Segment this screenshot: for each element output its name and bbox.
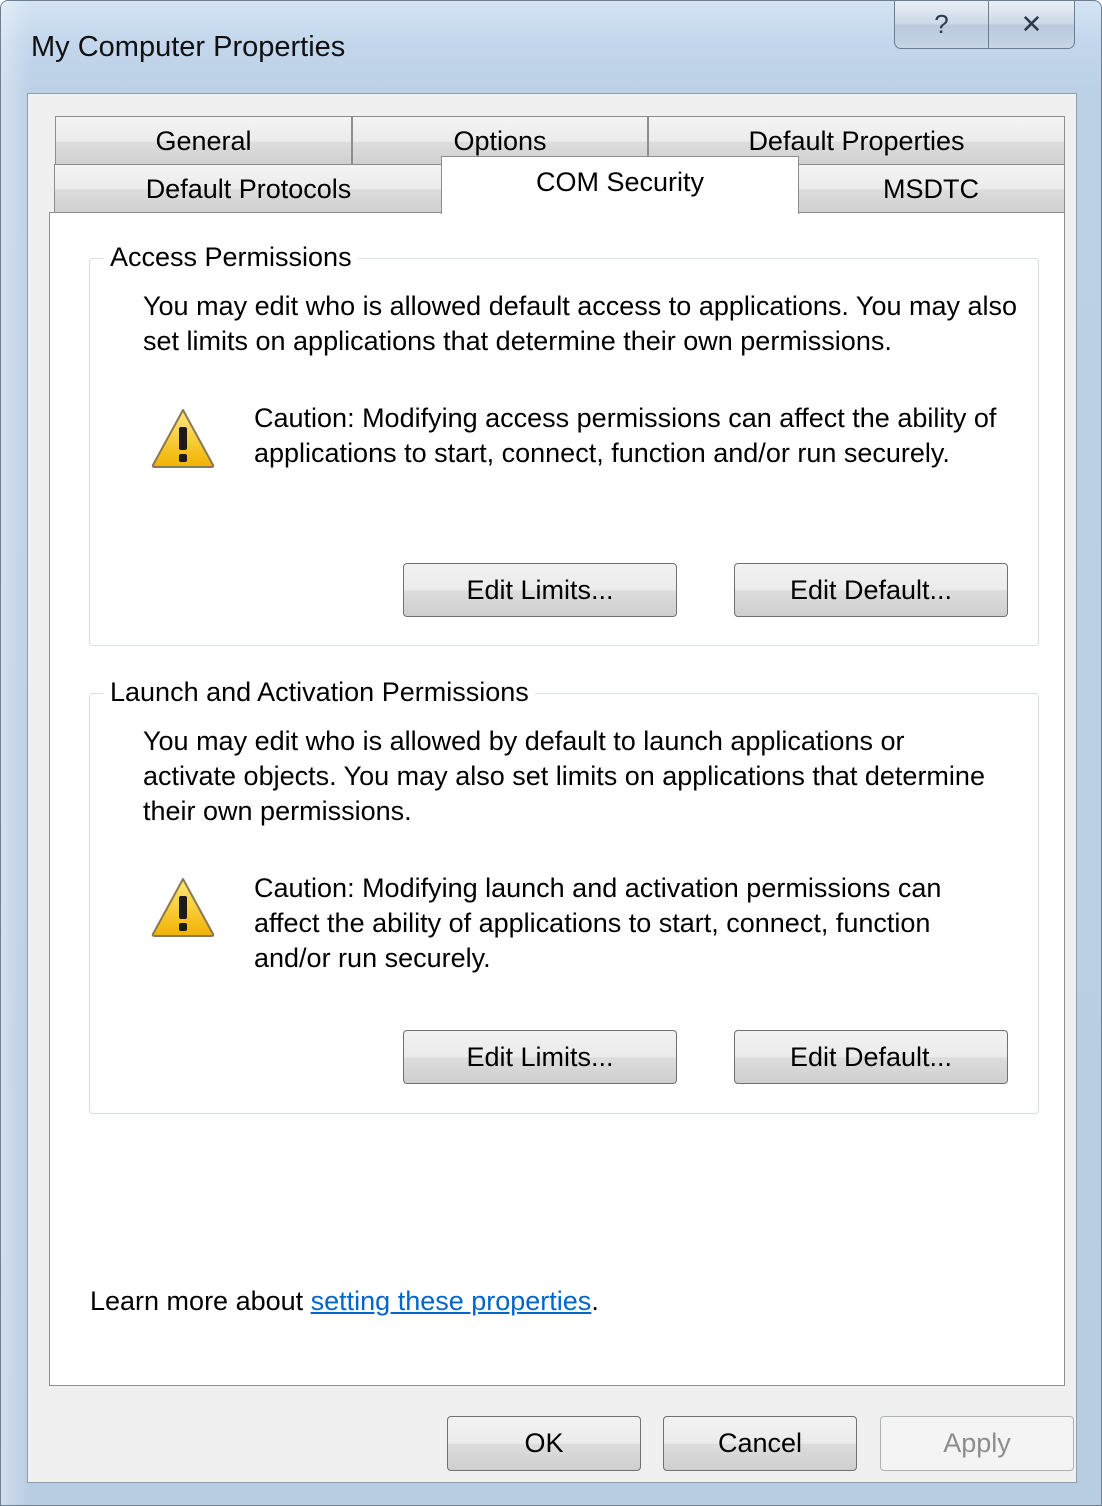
- ok-button[interactable]: OK: [447, 1416, 641, 1471]
- access-caution: Caution: Modifying access permissions ca…: [254, 403, 997, 468]
- close-icon: ✕: [1020, 9, 1043, 39]
- learn-more-suffix: .: [591, 1286, 599, 1316]
- tab-general[interactable]: General: [55, 116, 352, 166]
- tab-label: Default Protocols: [145, 173, 352, 204]
- dialog-window: My Computer Properties ? ✕ General Optio…: [0, 0, 1102, 1506]
- com-security-panel: Access Permissions You may edit who is a…: [49, 212, 1065, 1386]
- tab-default-protocols[interactable]: Default Protocols: [54, 164, 443, 213]
- access-permissions-title: Access Permissions: [104, 242, 358, 273]
- apply-button[interactable]: Apply: [880, 1416, 1074, 1471]
- access-edit-limits-button[interactable]: Edit Limits...: [403, 563, 677, 617]
- launch-edit-limits-button[interactable]: Edit Limits...: [403, 1030, 677, 1084]
- access-edit-default-button[interactable]: Edit Default...: [734, 563, 1008, 617]
- launch-edit-default-button[interactable]: Edit Default...: [734, 1030, 1008, 1084]
- warning-triangle-icon: [151, 409, 215, 468]
- launch-caution: Caution: Modifying launch and activation…: [254, 873, 942, 973]
- window-title: My Computer Properties: [31, 31, 346, 63]
- launch-description: You may edit who is allowed by default t…: [143, 726, 985, 826]
- tab-com-security[interactable]: COM Security: [441, 156, 799, 214]
- access-description: You may edit who is allowed default acce…: [143, 291, 1018, 356]
- title-bar[interactable]: My Computer Properties ? ✕: [1, 1, 1101, 93]
- dialog-client-area: General Options Default Properties Defau…: [27, 93, 1077, 1483]
- warning-triangle-icon: [151, 878, 215, 937]
- caption-buttons: ? ✕: [894, 1, 1075, 51]
- learn-more-prefix: Learn more about: [90, 1286, 311, 1316]
- help-icon: ?: [934, 9, 949, 39]
- close-button[interactable]: ✕: [988, 1, 1075, 49]
- tab-label: MSDTC: [883, 173, 979, 204]
- tab-label: Options: [453, 126, 547, 156]
- tab-label: COM Security: [535, 167, 705, 197]
- tab-label: Default Properties: [748, 126, 965, 156]
- tab-msdtc[interactable]: MSDTC: [797, 164, 1065, 213]
- help-button[interactable]: ?: [894, 1, 988, 49]
- learn-more-link[interactable]: setting these properties: [311, 1286, 592, 1316]
- learn-more-text: Learn more about setting these propertie…: [90, 1286, 599, 1317]
- cancel-button[interactable]: Cancel: [663, 1416, 857, 1471]
- access-permissions-group: Access Permissions You may edit who is a…: [89, 242, 1039, 646]
- launch-permissions-title: Launch and Activation Permissions: [104, 677, 535, 708]
- tab-label: General: [155, 126, 252, 156]
- launch-permissions-group: Launch and Activation Permissions You ma…: [89, 677, 1039, 1114]
